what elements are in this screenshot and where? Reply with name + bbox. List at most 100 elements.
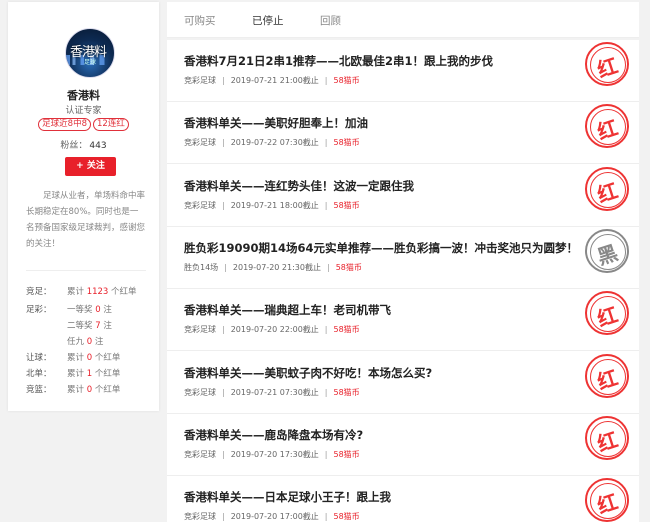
item-title[interactable]: 香港料单关——鹿岛降盘本场有冷? xyxy=(184,427,363,443)
item-meta: 竞彩足球 | 2019-07-21 21:00截止 | 58猫币 xyxy=(184,75,360,86)
item-category: 竞彩足球 xyxy=(184,138,216,148)
item-price: 58猫币 xyxy=(333,76,360,85)
fans-label: 粉丝： xyxy=(60,141,88,151)
expert-tags: 足球近8中8 12连红 xyxy=(8,118,159,131)
stamp-text: 红 xyxy=(594,115,621,145)
item-title[interactable]: 香港料单关——美职蚊子肉不好吃！本场怎么买? xyxy=(184,365,432,381)
meta-separator: | xyxy=(222,325,225,335)
item-meta: 竞彩足球 | 2019-07-21 18:00截止 | 58猫币 xyxy=(184,200,360,211)
meta-separator: | xyxy=(224,262,227,272)
fans-count: 粉丝： 443 xyxy=(8,138,159,151)
item-price: 58猫币 xyxy=(333,387,360,397)
stat-prefix: 二等奖 xyxy=(67,321,96,331)
item-title[interactable]: 香港料单关——日本足球小王子！跟上我 xyxy=(184,489,391,505)
list-item[interactable]: 香港料7月21日2串1推荐——北欧最佳2串1！跟上我的步伐竞彩足球 | 2019-0… xyxy=(167,40,639,102)
item-price: 58猫币 xyxy=(333,449,360,459)
stat-value: 累计 0 个红单 xyxy=(67,352,120,364)
tab-available[interactable]: 可购买 xyxy=(184,13,216,28)
tab-bar: 可购买 已停止 回顾 xyxy=(167,2,639,38)
stat-value: 累计 0 个红单 xyxy=(67,384,120,396)
item-meta: 竞彩足球 | 2019-07-20 17:00截止 | 58猫币 xyxy=(184,511,360,522)
meta-separator: | xyxy=(222,387,225,397)
expert-intro: 足球从业者，单场料命中率长期稳定在80%。同时也是一名预备国家级足球裁判，感谢您… xyxy=(26,191,146,249)
expert-name: 香港料 xyxy=(67,89,100,102)
item-deadline: 2019-07-22 07:30截止 xyxy=(230,138,319,148)
item-title[interactable]: 胜负彩19090期14场64元实单推荐——胜负彩搞一波！冲击奖池只为圆梦！ xyxy=(184,240,578,256)
follow-button[interactable]: + 关注 xyxy=(65,157,116,176)
meta-separator: | xyxy=(222,200,225,210)
meta-separator: | xyxy=(324,387,328,397)
divider xyxy=(26,270,146,271)
item-title[interactable]: 香港料单关——瑞典超上车！老司机带飞 xyxy=(184,302,391,318)
tab-stopped[interactable]: 已停止 xyxy=(252,13,284,28)
stamp-text: 红 xyxy=(594,302,621,332)
item-price: 58猫币 xyxy=(333,325,360,335)
item-price: 58猫币 xyxy=(333,512,360,522)
avatar-logo-subtext: 足球 xyxy=(84,59,97,66)
item-title[interactable]: 香港料单关——美职好胆奉上！加油 xyxy=(184,115,368,131)
item-price: 58猫币 xyxy=(335,262,362,272)
meta-separator: | xyxy=(324,138,328,148)
meta-separator: | xyxy=(324,200,328,210)
item-deadline: 2019-07-20 22:00截止 xyxy=(230,325,319,335)
list-item[interactable]: 香港料单关——美职蚊子肉不好吃！本场怎么买? 竞彩足球 | 2019-07-21 07… xyxy=(167,352,639,414)
item-price: 58猫币 xyxy=(333,138,360,148)
list-item[interactable]: 胜负彩19090期14场64元实单推荐——胜负彩搞一波！冲击奖池只为圆梦！ 胜负1… xyxy=(167,227,639,289)
item-deadline: 2019-07-20 21:30截止 xyxy=(232,262,321,272)
stat-value: 任九 0 注 xyxy=(67,336,103,348)
stat-label: 足彩： xyxy=(26,305,52,315)
meta-separator: | xyxy=(222,512,225,522)
list-item[interactable]: 香港料单关——美职好胆奉上！加油竞彩足球 | 2019-07-22 07:30截止 |… xyxy=(167,102,639,165)
tab-review[interactable]: 回顾 xyxy=(320,13,341,28)
result-stamp-icon: 红 xyxy=(585,478,629,522)
list-item[interactable]: 香港料单关——瑞典超上车！老司机带飞竞彩足球 | 2019-07-20 22:00截… xyxy=(167,289,639,352)
result-stamp-icon: 红 xyxy=(585,104,629,149)
tag-streak: 12连红 xyxy=(93,118,129,131)
stamp-text: 红 xyxy=(594,427,621,457)
item-category: 竞彩足球 xyxy=(184,76,216,85)
stamp-text: 红 xyxy=(594,178,621,208)
list-item[interactable]: 香港料单关——日本足球小王子！跟上我竞彩足球 | 2019-07-20 17:00截… xyxy=(167,476,639,522)
avatar[interactable]: 香港料 足球 xyxy=(65,28,115,78)
result-stamp-icon: 黑 xyxy=(585,228,629,273)
item-category: 竞彩足球 xyxy=(184,512,216,522)
stat-label: 让球： xyxy=(26,353,52,363)
item-meta: 胜负14场 | 2019-07-20 21:30截止 | 58猫币 xyxy=(184,262,362,273)
meta-separator: | xyxy=(324,449,328,459)
item-title[interactable]: 香港料7月21日2串1推荐——北欧最佳2串1！跟上我的步伐 xyxy=(184,53,493,69)
meta-separator: | xyxy=(222,449,225,459)
item-category: 胜负14场 xyxy=(184,262,219,272)
stat-value: 累计 1123 个红单 xyxy=(67,286,137,298)
list-item[interactable]: 香港料单关——连红势头佳！这波一定跟住我 竞彩足球 | 2019-07-21 18:0… xyxy=(167,165,639,227)
meta-separator: | xyxy=(222,138,225,148)
item-meta: 竞彩足球 | 2019-07-20 17:30截止 | 58猫币 xyxy=(184,449,360,460)
stat-suffix: 个红单 xyxy=(92,353,121,363)
meta-separator: | xyxy=(326,262,330,272)
item-meta: 竞彩足球 | 2019-07-21 07:30截止 | 58猫币 xyxy=(184,387,360,398)
stat-suffix: 注 xyxy=(100,305,112,315)
stat-number: 1123 xyxy=(86,287,109,297)
expert-role: 认证专家 xyxy=(65,106,102,116)
recommendation-list: 香港料7月21日2串1推荐——北欧最佳2串1！跟上我的步伐 竞彩足球 | 2019-0… xyxy=(167,40,639,522)
item-deadline: 2019-07-21 21:00截止 xyxy=(230,76,319,85)
item-category: 竞彩足球 xyxy=(184,387,216,397)
stat-suffix: 个红单 xyxy=(92,385,121,395)
tag-record: 足球近8中8 xyxy=(38,118,91,131)
item-deadline: 2019-07-20 17:00截止 xyxy=(230,512,319,522)
stat-prefix: 累计 xyxy=(67,385,87,395)
item-deadline: 2019-07-20 17:30截止 xyxy=(230,449,319,459)
stamp-text: 红 xyxy=(594,489,621,519)
stamp-text: 红 xyxy=(594,364,621,394)
scrollbar[interactable] xyxy=(641,40,650,522)
stat-label: 竞篮： xyxy=(26,385,52,395)
item-title[interactable]: 香港料单关——连红势头佳！这波一定跟住我 xyxy=(184,178,414,194)
expert-profile-card: 香港料 足球 香港料 认证专家 足球近8中8 12连红 粉丝： 443 + 关注 … xyxy=(8,2,159,411)
item-price: 58猫币 xyxy=(333,200,360,210)
result-stamp-icon: 红 xyxy=(585,415,629,460)
stat-prefix: 任九 xyxy=(67,337,87,347)
list-item[interactable]: 香港料单关——鹿岛降盘本场有冷? 竞彩足球 | 2019-07-20 17:30截止 |… xyxy=(167,414,639,476)
stat-value: 累计 1 个红单 xyxy=(67,368,120,380)
stat-value: 二等奖 7 注 xyxy=(67,320,112,332)
item-category: 竞彩足球 xyxy=(184,325,216,335)
stamp-text: 红 xyxy=(594,53,621,83)
